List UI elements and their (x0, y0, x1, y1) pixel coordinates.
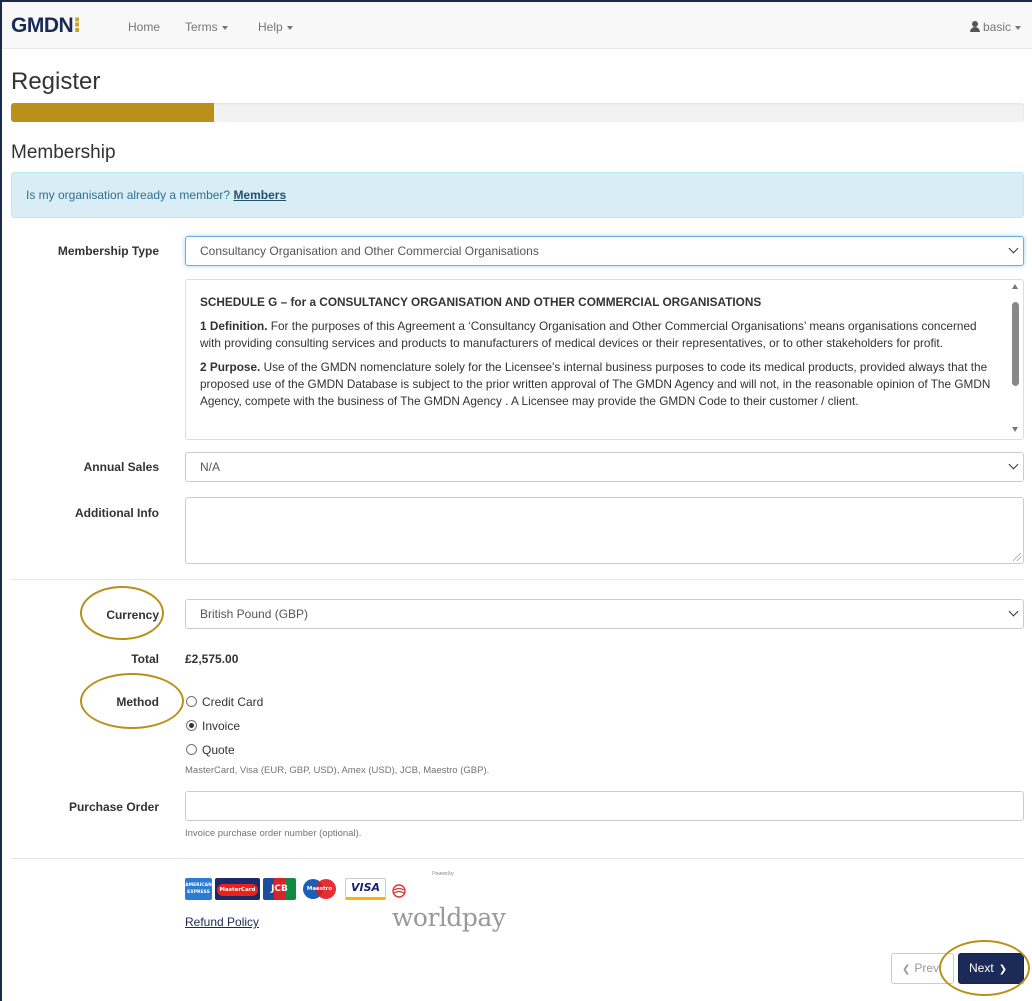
nav-terms[interactable]: Terms (185, 20, 228, 34)
schedule-terms-box[interactable]: SCHEDULE G – for a CONSULTANCY ORGANISAT… (185, 279, 1024, 440)
maestro-logo: Maestro (299, 878, 340, 900)
nav-terms-label: Terms (185, 20, 218, 34)
definition-term: 1 Definition. (200, 319, 268, 333)
member-alert: Is my organisation already a member? Mem… (11, 172, 1024, 218)
chevron-right-icon: ❯ (998, 964, 1008, 975)
scroll-down-icon[interactable] (1012, 427, 1018, 432)
maestro-text: Maestro (306, 886, 333, 892)
scroll-up-icon[interactable] (1012, 284, 1018, 289)
cards-help-text: MasterCard, Visa (EUR, GBP, USD), Amex (… (185, 765, 490, 776)
total-label: Total (131, 652, 159, 666)
jcb-text: JCB (271, 884, 288, 894)
members-link[interactable]: Members (233, 188, 286, 202)
definition-text: For the purposes of this Agreement a ‘Co… (200, 319, 977, 350)
annual-sales-label: Annual Sales (83, 460, 159, 474)
annual-sales-value: N/A (200, 460, 221, 474)
chevron-down-icon (1015, 25, 1022, 30)
divider (11, 858, 1024, 859)
radio-credit-card[interactable] (186, 696, 197, 707)
visa-logo: VISA (345, 878, 386, 900)
method-credit-card[interactable]: Credit Card (186, 695, 263, 709)
brand-text: GMDN (11, 14, 74, 37)
purchase-order-help: Invoice purchase order number (optional)… (185, 828, 362, 839)
scrollbar[interactable] (1010, 284, 1021, 436)
total-value: £2,575.00 (185, 652, 239, 666)
membership-type-label: Membership Type (57, 244, 159, 258)
annual-sales-select[interactable]: N/A (185, 452, 1024, 482)
brand-logo[interactable]: GMDN⁝ (11, 14, 81, 37)
purpose-term: 2 Purpose. (200, 360, 261, 374)
radio-quote[interactable] (186, 744, 197, 755)
radio-label: Quote (202, 743, 235, 757)
additional-info-textarea[interactable] (185, 497, 1024, 564)
currency-value: British Pound (GBP) (200, 607, 309, 621)
currency-select[interactable]: British Pound (GBP) (185, 599, 1024, 629)
worldpay-swirl-icon (392, 884, 406, 898)
progress-bar (11, 103, 1024, 122)
mastercard-text: MasterCard (216, 884, 259, 896)
prev-label: Prev (914, 961, 940, 975)
next-button[interactable]: Next ❯ (958, 953, 1024, 984)
purpose-text: Use of the GMDN nomenclature solely for … (200, 360, 991, 408)
amex-logo: AMERICAN EXPRESS (185, 878, 212, 900)
worldpay-tagline: Powered by (432, 871, 454, 877)
purchase-order-input[interactable] (185, 791, 1024, 821)
section-heading: Membership (11, 142, 116, 163)
radio-invoice[interactable] (186, 720, 197, 731)
worldpay-text: worldpay (392, 903, 506, 932)
visa-text: VISA (350, 881, 381, 894)
purchase-order-label: Purchase Order (68, 800, 159, 814)
nav-home[interactable]: Home (128, 20, 160, 34)
navbar: GMDN⁝ Home Terms Help basic (2, 2, 1032, 49)
method-label: Method (116, 695, 159, 709)
membership-type-value: Consultancy Organisation and Other Comme… (200, 244, 539, 258)
scrollbar-thumb[interactable] (1012, 302, 1019, 386)
jcb-logo: JCB (263, 878, 296, 900)
chevron-down-icon (221, 25, 228, 30)
radio-label: Credit Card (202, 695, 264, 709)
resize-grip-icon[interactable] (1013, 553, 1021, 561)
worldpay-logo: Powered by worldpay (392, 871, 506, 932)
schedule-definition: 1 Definition. For the purposes of this A… (200, 318, 993, 352)
user-name: basic (983, 20, 1012, 34)
chevron-left-icon: ❮ (902, 964, 911, 975)
next-label: Next (969, 961, 994, 975)
alert-text: Is my organisation already a member? (26, 188, 231, 202)
chevron-down-icon (1008, 459, 1019, 470)
prev-button[interactable]: ❮ Prev (891, 953, 954, 984)
schedule-purpose: 2 Purpose. Use of the GMDN nomenclature … (200, 359, 993, 410)
radio-label: Invoice (202, 719, 241, 733)
refund-policy-link[interactable]: Refund Policy (185, 915, 259, 929)
method-quote[interactable]: Quote (186, 743, 235, 757)
mastercard-logo: MasterCard (215, 878, 260, 900)
brand-accent: ⁝ (73, 14, 81, 37)
method-invoice[interactable]: Invoice (186, 719, 240, 733)
page-title: Register (11, 68, 101, 95)
membership-type-select[interactable]: Consultancy Organisation and Other Comme… (185, 236, 1024, 266)
user-menu[interactable]: basic (970, 20, 1022, 34)
additional-info-label: Additional Info (75, 506, 159, 520)
divider (11, 579, 1024, 580)
chevron-down-icon (1008, 606, 1019, 617)
amex-text: AMERICAN EXPRESS (185, 883, 212, 895)
user-icon (970, 21, 980, 32)
currency-label: Currency (106, 608, 159, 622)
nav-help-label: Help (258, 20, 283, 34)
chevron-down-icon (1008, 243, 1019, 254)
schedule-heading: SCHEDULE G – for a CONSULTANCY ORGANISAT… (200, 295, 762, 309)
progress-fill (11, 103, 214, 122)
chevron-down-icon (286, 25, 293, 30)
nav-help[interactable]: Help (258, 20, 293, 34)
